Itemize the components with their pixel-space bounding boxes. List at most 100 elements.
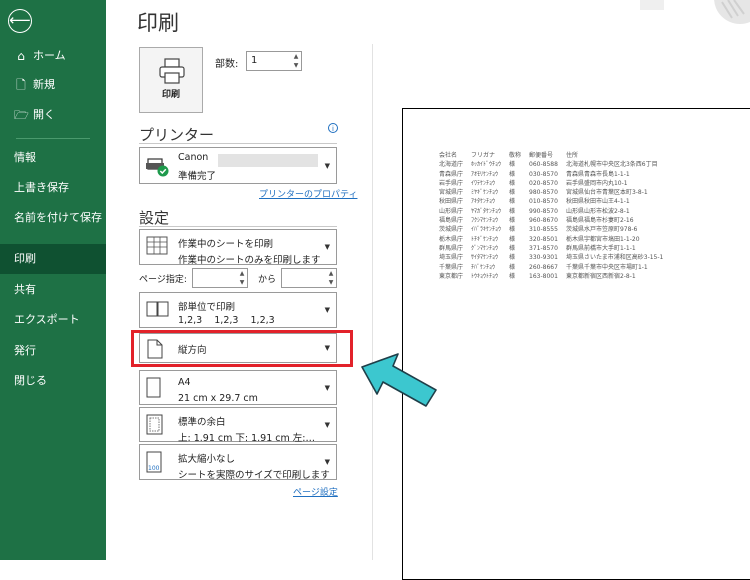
table-cell: 様 xyxy=(509,244,516,252)
sidebar-item-label: 新規 xyxy=(33,78,55,91)
table-cell: 山形県山形市松波2-8-1 xyxy=(565,207,630,215)
paper-icon xyxy=(146,377,161,398)
scaling-line2: シートを実際のサイズで印刷します xyxy=(178,470,330,481)
printer-name: Canon xyxy=(178,152,209,163)
info-icon[interactable]: i xyxy=(328,123,338,133)
chevron-up-icon[interactable]: ▲ xyxy=(327,270,335,278)
sidebar-item-print[interactable]: 印刷 xyxy=(0,244,106,274)
table-cell: 北海道庁 xyxy=(439,161,464,169)
decorative-pattern-icon xyxy=(640,0,750,24)
chevron-down-icon: ▼ xyxy=(324,458,330,466)
chevron-down-icon[interactable]: ▼ xyxy=(327,279,335,287)
table-cell: ｸﾞﾝﾏｹﾝﾁｮｳ xyxy=(471,244,499,252)
sidebar-item-save-as[interactable]: 名前を付けて保存 xyxy=(0,203,106,233)
chevron-up-icon[interactable]: ▲ xyxy=(238,270,246,278)
print-button[interactable]: 印刷 xyxy=(139,47,203,113)
table-cell: 様 xyxy=(509,217,516,225)
printer-select[interactable]: Canon 準備完了 ▼ xyxy=(139,147,337,184)
print-what-line2: 作業中のシートのみを印刷します xyxy=(178,255,321,266)
table-cell: ﾄﾁｷﾞｹﾝﾁｮｳ xyxy=(471,235,499,243)
sidebar-item-export[interactable]: エクスポート xyxy=(0,305,106,335)
print-preview-page: 会社名 フリガナ 敬称 郵便番号 住所 北海道庁 ﾎｯｶｲﾄﾞｳﾁｮｳ様 060-8588 北海… xyxy=(402,108,750,580)
sidebar-item-label: 閉じる xyxy=(14,374,47,387)
collate-icon xyxy=(146,301,169,317)
pointer-arrow-icon xyxy=(361,353,437,407)
table-cell: ｻｲﾀﾏｹﾝﾁｮｳ xyxy=(471,254,499,262)
table-cell: 山形県庁 xyxy=(439,207,464,215)
sidebar-item-label: 情報 xyxy=(14,151,36,164)
chevron-down-icon[interactable]: ▼ xyxy=(238,279,246,287)
scaling-icon-text: 100 xyxy=(148,465,160,472)
chevron-down-icon: ▼ xyxy=(324,420,330,429)
table-cell: 千葉県千葉市中央区市場町1-1 xyxy=(565,263,648,271)
sidebar-divider xyxy=(16,138,90,139)
table-cell: 371-8570 xyxy=(529,244,558,252)
table-cell: ｱｷﾀｹﾝﾁｮｳ xyxy=(471,198,496,206)
printer-properties-link[interactable]: プリンターのプロパティ xyxy=(259,187,357,200)
margins-select[interactable]: 標準の余白 上: 1.91 cm 下: 1.91 cm 左:… ▼ xyxy=(139,407,337,444)
header-cell: 住所 xyxy=(565,152,578,159)
table-cell: ｲﾜﾃｹﾝﾁｮｳ xyxy=(471,179,496,187)
table-cell: ﾔﾏｶﾞﾀｹﾝﾁｮｳ xyxy=(471,207,502,215)
page-from-input[interactable]: ▲ ▼ xyxy=(192,268,248,288)
printer-status: 準備完了 xyxy=(178,171,217,182)
sidebar-item-open[interactable]: 🗁 開く xyxy=(0,100,106,130)
table-cell: 様 xyxy=(509,254,516,262)
panel-divider xyxy=(372,44,373,560)
back-arrow-icon[interactable]: ⟵ xyxy=(8,9,32,33)
settings-heading: 設定 xyxy=(139,209,170,227)
table-cell: 030-8570 xyxy=(529,170,558,178)
print-what-select[interactable]: 作業中のシートを印刷 作業中のシートのみを印刷します ▼ xyxy=(139,229,337,266)
sidebar-item-publish[interactable]: 発行 xyxy=(0,336,106,366)
page-title: 印刷 xyxy=(137,11,179,35)
table-row: 福島県庁 ﾌｸｼﾏｹﾝﾁｮｳ 様 960-8670 福島県福島市杉妻町2-16 xyxy=(439,216,671,225)
header-cell: 会社名 xyxy=(439,152,458,159)
collate-select[interactable]: 部単位で印刷 1,2,3 1,2,3 1,2,3 ▼ xyxy=(139,292,337,328)
sidebar-item-save[interactable]: 上書き保存 xyxy=(0,173,106,203)
pages-label: ページ指定: xyxy=(139,275,187,285)
table-row: 千葉県庁 ﾁﾊﾞｹﾝﾁｮｳ 様 260-8667 千葉県千葉市中央区市場町1-1 xyxy=(439,263,671,272)
table-cell: ﾄｳｷｮｳﾄﾁｮｳ xyxy=(471,272,499,280)
chevron-down-icon[interactable]: ▼ xyxy=(292,62,300,70)
table-cell: 茨城県水戸市笠原町978-6 xyxy=(565,226,638,234)
table-cell: 様 xyxy=(509,189,516,197)
copies-input[interactable]: 1 ▲ ▼ xyxy=(246,51,302,71)
print-button-label: 印刷 xyxy=(161,90,180,100)
sidebar-item-info[interactable]: 情報 xyxy=(0,143,106,173)
paper-size-select[interactable]: A4 21 cm x 29.7 cm ▼ xyxy=(139,370,337,405)
table-cell: 980-8570 xyxy=(529,189,558,197)
table-cell: 埼玉県庁 xyxy=(439,254,464,262)
chevron-down-icon: ▼ xyxy=(324,383,330,392)
table-cell: 様 xyxy=(509,263,516,271)
margins-icon xyxy=(146,414,163,435)
table-cell: ﾎｯｶｲﾄﾞｳﾁｮｳ xyxy=(471,161,502,169)
table-header-row: 会社名 フリガナ 敬称 郵便番号 住所 xyxy=(439,151,671,160)
orientation-highlight-box xyxy=(131,330,353,367)
table-cell: 千葉県庁 xyxy=(439,263,464,271)
sidebar-item-label: 開く xyxy=(33,108,55,121)
table-cell: 秋田県庁 xyxy=(439,198,464,206)
sidebar-item-label: 印刷 xyxy=(14,252,36,265)
sidebar-item-new[interactable]: 🗋 新規 xyxy=(0,70,106,100)
sidebar-item-home[interactable]: ⌂ ホーム xyxy=(0,41,106,71)
sidebar-item-share[interactable]: 共有 xyxy=(0,275,106,305)
scaling-select[interactable]: 100 拡大縮小なし シートを実際のサイズで印刷します ▼ xyxy=(139,444,337,481)
table-cell: ｲﾊﾞﾗｷｹﾝﾁｮｳ xyxy=(471,226,502,234)
table-cell: ﾐﾔｷﾞｹﾝﾁｮｳ xyxy=(471,189,499,197)
margins-line2: 上: 1.91 cm 下: 1.91 cm 左:… xyxy=(178,433,315,444)
table-row: 茨城県庁 ｲﾊﾞﾗｷｹﾝﾁｮｳ 様 310-8555 茨城県水戸市笠原町978-6 xyxy=(439,225,671,234)
page-to-input[interactable]: ▲ ▼ xyxy=(281,268,337,288)
scaling-line1: 拡大縮小なし xyxy=(178,454,236,465)
sidebar-item-close[interactable]: 閉じる xyxy=(0,366,106,396)
table-cell: 330-9301 xyxy=(529,254,558,262)
table-cell: 様 xyxy=(509,226,516,234)
chevron-up-icon[interactable]: ▲ xyxy=(292,53,300,61)
preview-table: 会社名 フリガナ 敬称 郵便番号 住所 北海道庁 ﾎｯｶｲﾄﾞｳﾁｮｳ様 060-8588 北海… xyxy=(439,151,671,281)
page-setup-link[interactable]: ページ設定 xyxy=(293,485,338,498)
table-cell: 北海道札幌市中央区北3条西6丁目 xyxy=(565,161,658,169)
table-row: 青森県庁 ｱｵﾓﾘｹﾝﾁｮｳ 様 030-8570 青森県青森市長島1-1-1 xyxy=(439,170,671,179)
table-cell: 福島県福島市杉妻町2-16 xyxy=(565,217,634,225)
chevron-down-icon: ▼ xyxy=(324,306,330,314)
table-row: 北海道庁 ﾎｯｶｲﾄﾞｳﾁｮｳ 様 060-8588 北海道札幌市中央区北3条西6丁目 xyxy=(439,160,671,169)
table-cell: ﾌｸｼﾏｹﾝﾁｮｳ xyxy=(471,217,499,225)
